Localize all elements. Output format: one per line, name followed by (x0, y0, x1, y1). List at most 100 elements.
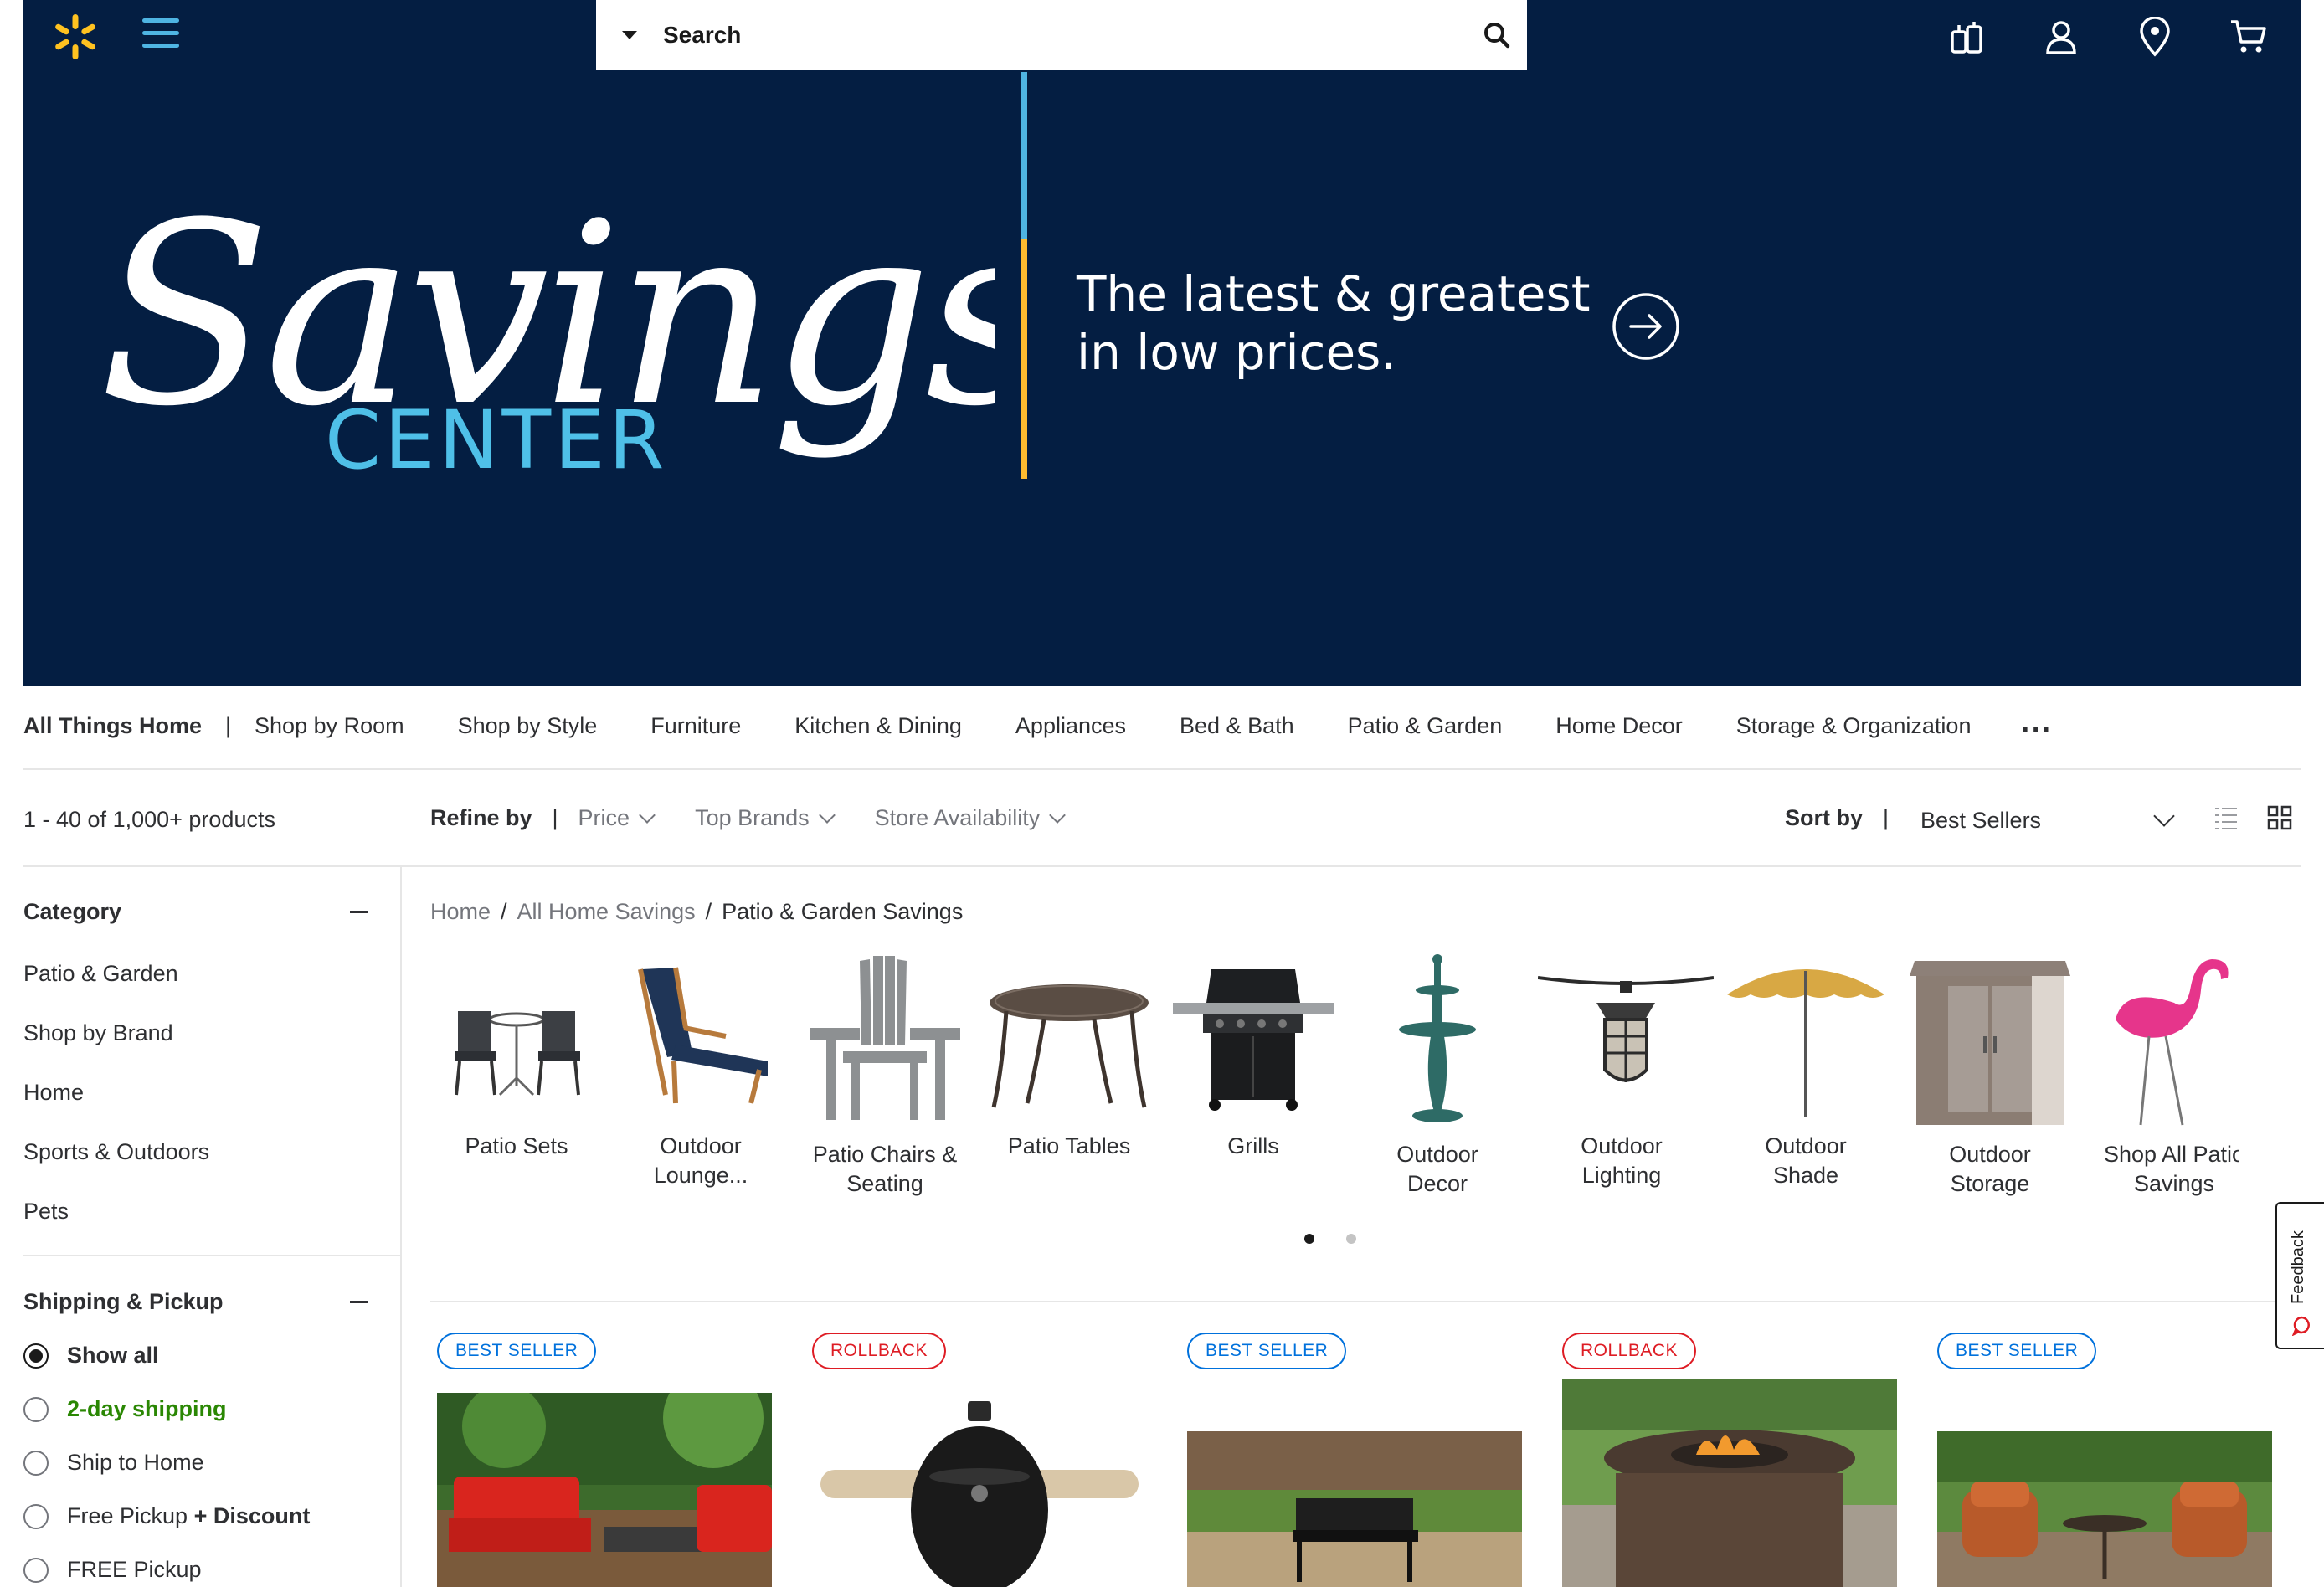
location-pin-icon[interactable] (2130, 12, 2180, 62)
rollback-badge: ROLLBACK (1562, 1333, 1697, 1369)
shipping-option-show-all[interactable]: Show all (23, 1343, 159, 1369)
tile-label-line1: Patio Chairs & (812, 1142, 958, 1167)
carousel-tile-patio-sets[interactable]: Patio Sets (433, 953, 600, 1161)
shipping-option-label: Free Pickup (67, 1503, 188, 1528)
shipping-option-label: Show all (67, 1343, 159, 1368)
product-card[interactable]: BEST SELLER (430, 1333, 772, 1587)
category-item-sports-outdoors[interactable]: Sports & Outdoors (23, 1139, 209, 1165)
tile-label: Grills (1170, 1132, 1337, 1161)
reorder-icon[interactable] (1942, 12, 1992, 62)
hero-tagline-line2: in low prices. (1077, 324, 1396, 381)
category-carousel: Patio Sets Outdoor Lounge... Patio Chairs… (430, 953, 2239, 1204)
shipping-option-2-day[interactable]: 2-day shipping (23, 1396, 227, 1422)
shipping-option-ship-to-home[interactable]: Ship to Home (23, 1450, 204, 1476)
divider (430, 1301, 2301, 1302)
carousel-tile-patio-chairs[interactable]: Patio Chairs & Seating (801, 953, 969, 1199)
collapse-minus-icon[interactable] (350, 1301, 368, 1303)
walmart-spark-icon[interactable] (50, 12, 100, 62)
product-card[interactable]: ROLLBACK (1555, 1333, 1897, 1587)
cart-icon[interactable] (2224, 12, 2274, 62)
breadcrumb-all-home-savings[interactable]: All Home Savings (517, 899, 696, 924)
nav-item-furniture[interactable]: Furniture (650, 713, 741, 739)
refine-label: Refine by (430, 805, 532, 830)
sort-dropdown[interactable]: Best Sellers (1920, 804, 2175, 837)
chevron-down-icon (818, 806, 836, 824)
nav-more-button[interactable]: ... (2021, 706, 2052, 739)
radio-icon (23, 1557, 49, 1583)
rollback-badge: ROLLBACK (812, 1333, 947, 1369)
nav-item-appliances[interactable]: Appliances (1015, 713, 1126, 739)
tile-label-line2: Shade (1772, 1163, 1839, 1188)
hamburger-menu-icon[interactable] (142, 18, 179, 52)
patio-umbrella-image (1727, 969, 1884, 1117)
nav-root[interactable]: All Things Home (23, 713, 202, 739)
tile-label-line2: Lounge... (653, 1163, 748, 1188)
hero-subtitle: CENTER (325, 393, 668, 487)
product-image-bistro-set (1937, 1431, 2272, 1587)
nav-item-bed-bath[interactable]: Bed & Bath (1180, 713, 1294, 739)
search-input[interactable] (663, 0, 1467, 70)
account-icon[interactable] (2036, 12, 2086, 62)
carousel-tile-outdoor-decor[interactable]: Outdoor Decor (1354, 953, 1521, 1199)
list-view-icon[interactable] (2213, 805, 2239, 830)
grid-view-icon[interactable] (2267, 805, 2292, 830)
search-button[interactable] (1467, 0, 1527, 70)
divider (23, 1255, 400, 1256)
adirondack-chair-image (810, 956, 960, 1120)
chevron-down-icon (1049, 806, 1067, 824)
filter-price[interactable]: Price (578, 805, 656, 831)
sort-control: Sort by | (1785, 805, 1909, 831)
filter-store-availability[interactable]: Store Availability (875, 805, 1067, 831)
carousel-tile-outdoor-lighting[interactable]: Outdoor Lighting (1538, 953, 1714, 1190)
category-item-home[interactable]: Home (23, 1080, 84, 1106)
product-image-kamado-grill (812, 1393, 1147, 1587)
carousel-tile-shop-all-patio-savings[interactable]: Shop All Patio Savings (2090, 953, 2239, 1199)
category-item-shop-by-brand[interactable]: Shop by Brand (23, 1020, 173, 1046)
tile-label-line2: Lighting (1581, 1163, 1662, 1188)
carousel-tile-grills[interactable]: Grills (1170, 953, 1337, 1161)
chevron-down-icon (2153, 805, 2175, 827)
filter-top-brands[interactable]: Top Brands (695, 805, 836, 831)
carousel-tile-outdoor-lounge[interactable]: Outdoor Lounge... (617, 953, 784, 1190)
search-bar (596, 0, 1527, 70)
breadcrumb-separator: / (705, 899, 712, 924)
carousel-tile-outdoor-shade[interactable]: Outdoor Shade (1722, 953, 1890, 1190)
feedback-tab[interactable]: Feedback (2275, 1202, 2324, 1349)
breadcrumb-home[interactable]: Home (430, 899, 491, 924)
carousel-pagination (1304, 1234, 1388, 1244)
product-card[interactable]: BEST SELLER (1931, 1333, 2272, 1587)
shipping-option-free-pickup[interactable]: FREE Pickup (23, 1557, 202, 1583)
category-item-patio-garden[interactable]: Patio & Garden (23, 961, 178, 987)
nav-item-home-decor[interactable]: Home Decor (1555, 713, 1683, 739)
product-card[interactable]: ROLLBACK (805, 1333, 1147, 1587)
chat-bubble-icon (2292, 1316, 2310, 1336)
facet-shipping-title: Shipping & Pickup (23, 1289, 224, 1314)
shipping-option-free-pickup-discount[interactable]: Free Pickup + Discount (23, 1503, 310, 1529)
product-image-garden-bench (1187, 1431, 1522, 1587)
product-grid: BEST SELLER ROLLBACK BEST SELLER ROLLBAC… (430, 1333, 2272, 1587)
hero-banner[interactable]: Savings CENTER The latest & greatest in … (23, 0, 2301, 686)
tile-label-line2: Savings (2133, 1171, 2215, 1196)
tile-label-line2: Storage (1950, 1171, 2030, 1196)
nav-item-shop-by-style[interactable]: Shop by Style (458, 713, 598, 739)
collapse-minus-icon[interactable] (350, 911, 368, 913)
carousel-tile-outdoor-storage[interactable]: Outdoor Storage (1906, 953, 2074, 1199)
category-item-pets[interactable]: Pets (23, 1199, 69, 1225)
facet-shipping-header[interactable]: Shipping & Pickup (23, 1289, 368, 1315)
nav-item-shop-by-room[interactable]: Shop by Room (255, 713, 404, 739)
carousel-tile-patio-tables[interactable]: Patio Tables (985, 953, 1153, 1161)
nav-item-storage-organization[interactable]: Storage & Organization (1736, 713, 1972, 739)
carousel-dot-active[interactable] (1304, 1234, 1314, 1244)
facet-category-header[interactable]: Category (23, 899, 368, 925)
tile-label-line1: Grills (1227, 1133, 1279, 1158)
arrow-right-circle-icon[interactable] (1611, 291, 1681, 362)
nav-item-kitchen-dining[interactable]: Kitchen & Dining (794, 713, 962, 739)
radio-selected-icon (23, 1343, 49, 1369)
nav-item-patio-garden[interactable]: Patio & Garden (1348, 713, 1503, 739)
sort-value: Best Sellers (1920, 807, 2042, 833)
department-dropdown[interactable] (596, 0, 663, 70)
product-card[interactable]: BEST SELLER (1180, 1333, 1522, 1587)
facet-category-title: Category (23, 899, 122, 924)
tile-label-line1: Outdoor (1581, 1133, 1663, 1158)
carousel-dot[interactable] (1346, 1234, 1356, 1244)
